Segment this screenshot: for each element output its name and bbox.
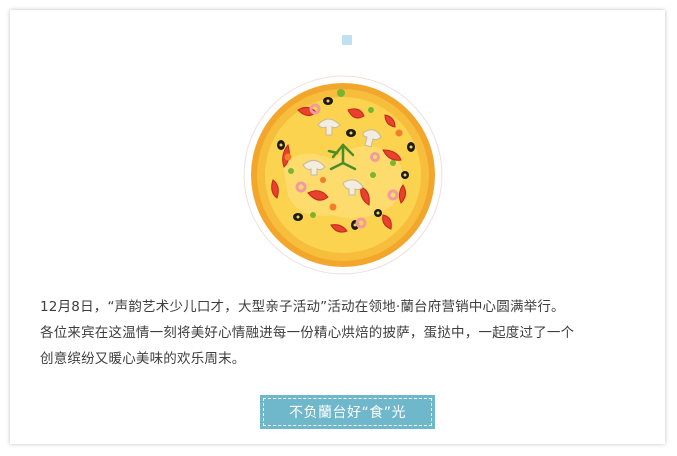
top-decoration-square [342, 35, 352, 45]
pizza-illustration [243, 75, 443, 275]
pizza-image [243, 75, 443, 275]
event-description: 12月8日，“声韵艺术少儿口才，大型亲子活动”活动在领地·蘭台府营销中心圆满举行… [40, 294, 660, 372]
description-line-1: 12月8日，“声韵艺术少儿口才，大型亲子活动”活动在领地·蘭台府营销中心圆满举行… [40, 299, 565, 315]
slogan-label: 不负蘭台好“食”光 [263, 398, 432, 426]
slogan-banner: 不负蘭台好“食”光 [260, 395, 435, 429]
description-line-2: 各位来宾在这温情一刻将美好心情融进每一份精心烘焙的披萨，蛋挞中，一起度过了一个 [40, 325, 575, 341]
content-card: 12月8日，“声韵艺术少儿口才，大型亲子活动”活动在领地·蘭台府营销中心圆满举行… [10, 10, 665, 444]
description-line-3: 创意缤纷又暖心美味的欢乐周末。 [40, 351, 246, 367]
